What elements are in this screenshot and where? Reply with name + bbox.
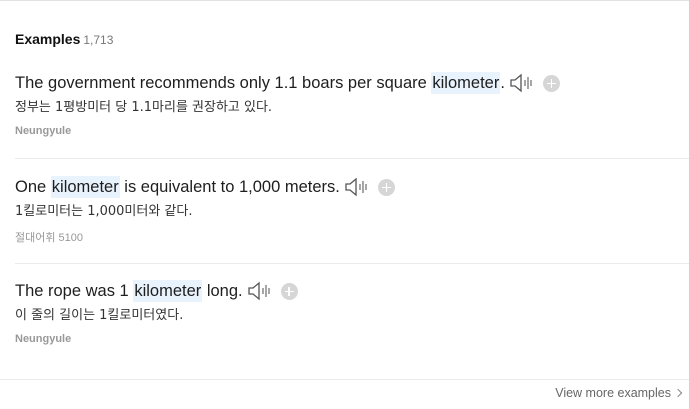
example-sentence: The government recommends only 1.1 boars…: [15, 72, 689, 94]
speaker-icon[interactable]: [247, 281, 273, 301]
example-item: The rope was 1 kilometer long. 이 줄의 길이는 …: [15, 280, 689, 345]
divider: [15, 158, 689, 159]
speaker-icon[interactable]: [509, 73, 535, 93]
view-more-label: View more examples: [555, 386, 671, 400]
example-item: The government recommends only 1.1 boars…: [15, 72, 689, 137]
example-translation: 이 줄의 길이는 1킬로미터였다.: [15, 308, 184, 323]
sentence-text: long.: [202, 282, 243, 300]
keyword-highlight[interactable]: kilometer: [431, 72, 501, 94]
example-translation: 정부는 1평방미터 당 1.1마리를 권장하고 있다.: [15, 100, 273, 115]
speaker-icon[interactable]: [344, 177, 370, 197]
sentence-text: The government recommends only 1.1 boars…: [15, 74, 432, 92]
chevron-right-icon: [673, 388, 683, 398]
examples-header: Examples 1,713: [15, 31, 113, 49]
sentence-text: One: [15, 178, 51, 196]
example-source: 절대어휘 5100: [15, 232, 84, 244]
sentence-text: The rope was 1: [15, 282, 134, 300]
top-divider: [0, 0, 689, 1]
examples-count: 1,713: [83, 33, 114, 47]
keyword-highlight[interactable]: kilometer: [50, 176, 120, 198]
example-source: Neungyule: [15, 125, 72, 137]
add-icon[interactable]: [377, 178, 395, 196]
sentence-text: is equivalent to 1,000 meters.: [119, 178, 340, 196]
footer-divider: [0, 379, 689, 380]
example-item: One kilometer is equivalent to 1,000 met…: [15, 176, 689, 245]
add-icon[interactable]: [542, 74, 560, 92]
add-icon[interactable]: [280, 282, 298, 300]
divider: [15, 263, 689, 264]
example-source: Neungyule: [15, 333, 72, 345]
keyword-highlight[interactable]: kilometer: [133, 280, 203, 302]
example-sentence: One kilometer is equivalent to 1,000 met…: [15, 176, 689, 198]
examples-title: Examples: [15, 31, 81, 47]
example-sentence: The rope was 1 kilometer long.: [15, 280, 689, 302]
sentence-text: .: [500, 74, 505, 92]
view-more-examples-link[interactable]: View more examples: [555, 386, 683, 400]
example-translation: 1킬로미터는 1,000미터와 같다.: [15, 204, 193, 219]
